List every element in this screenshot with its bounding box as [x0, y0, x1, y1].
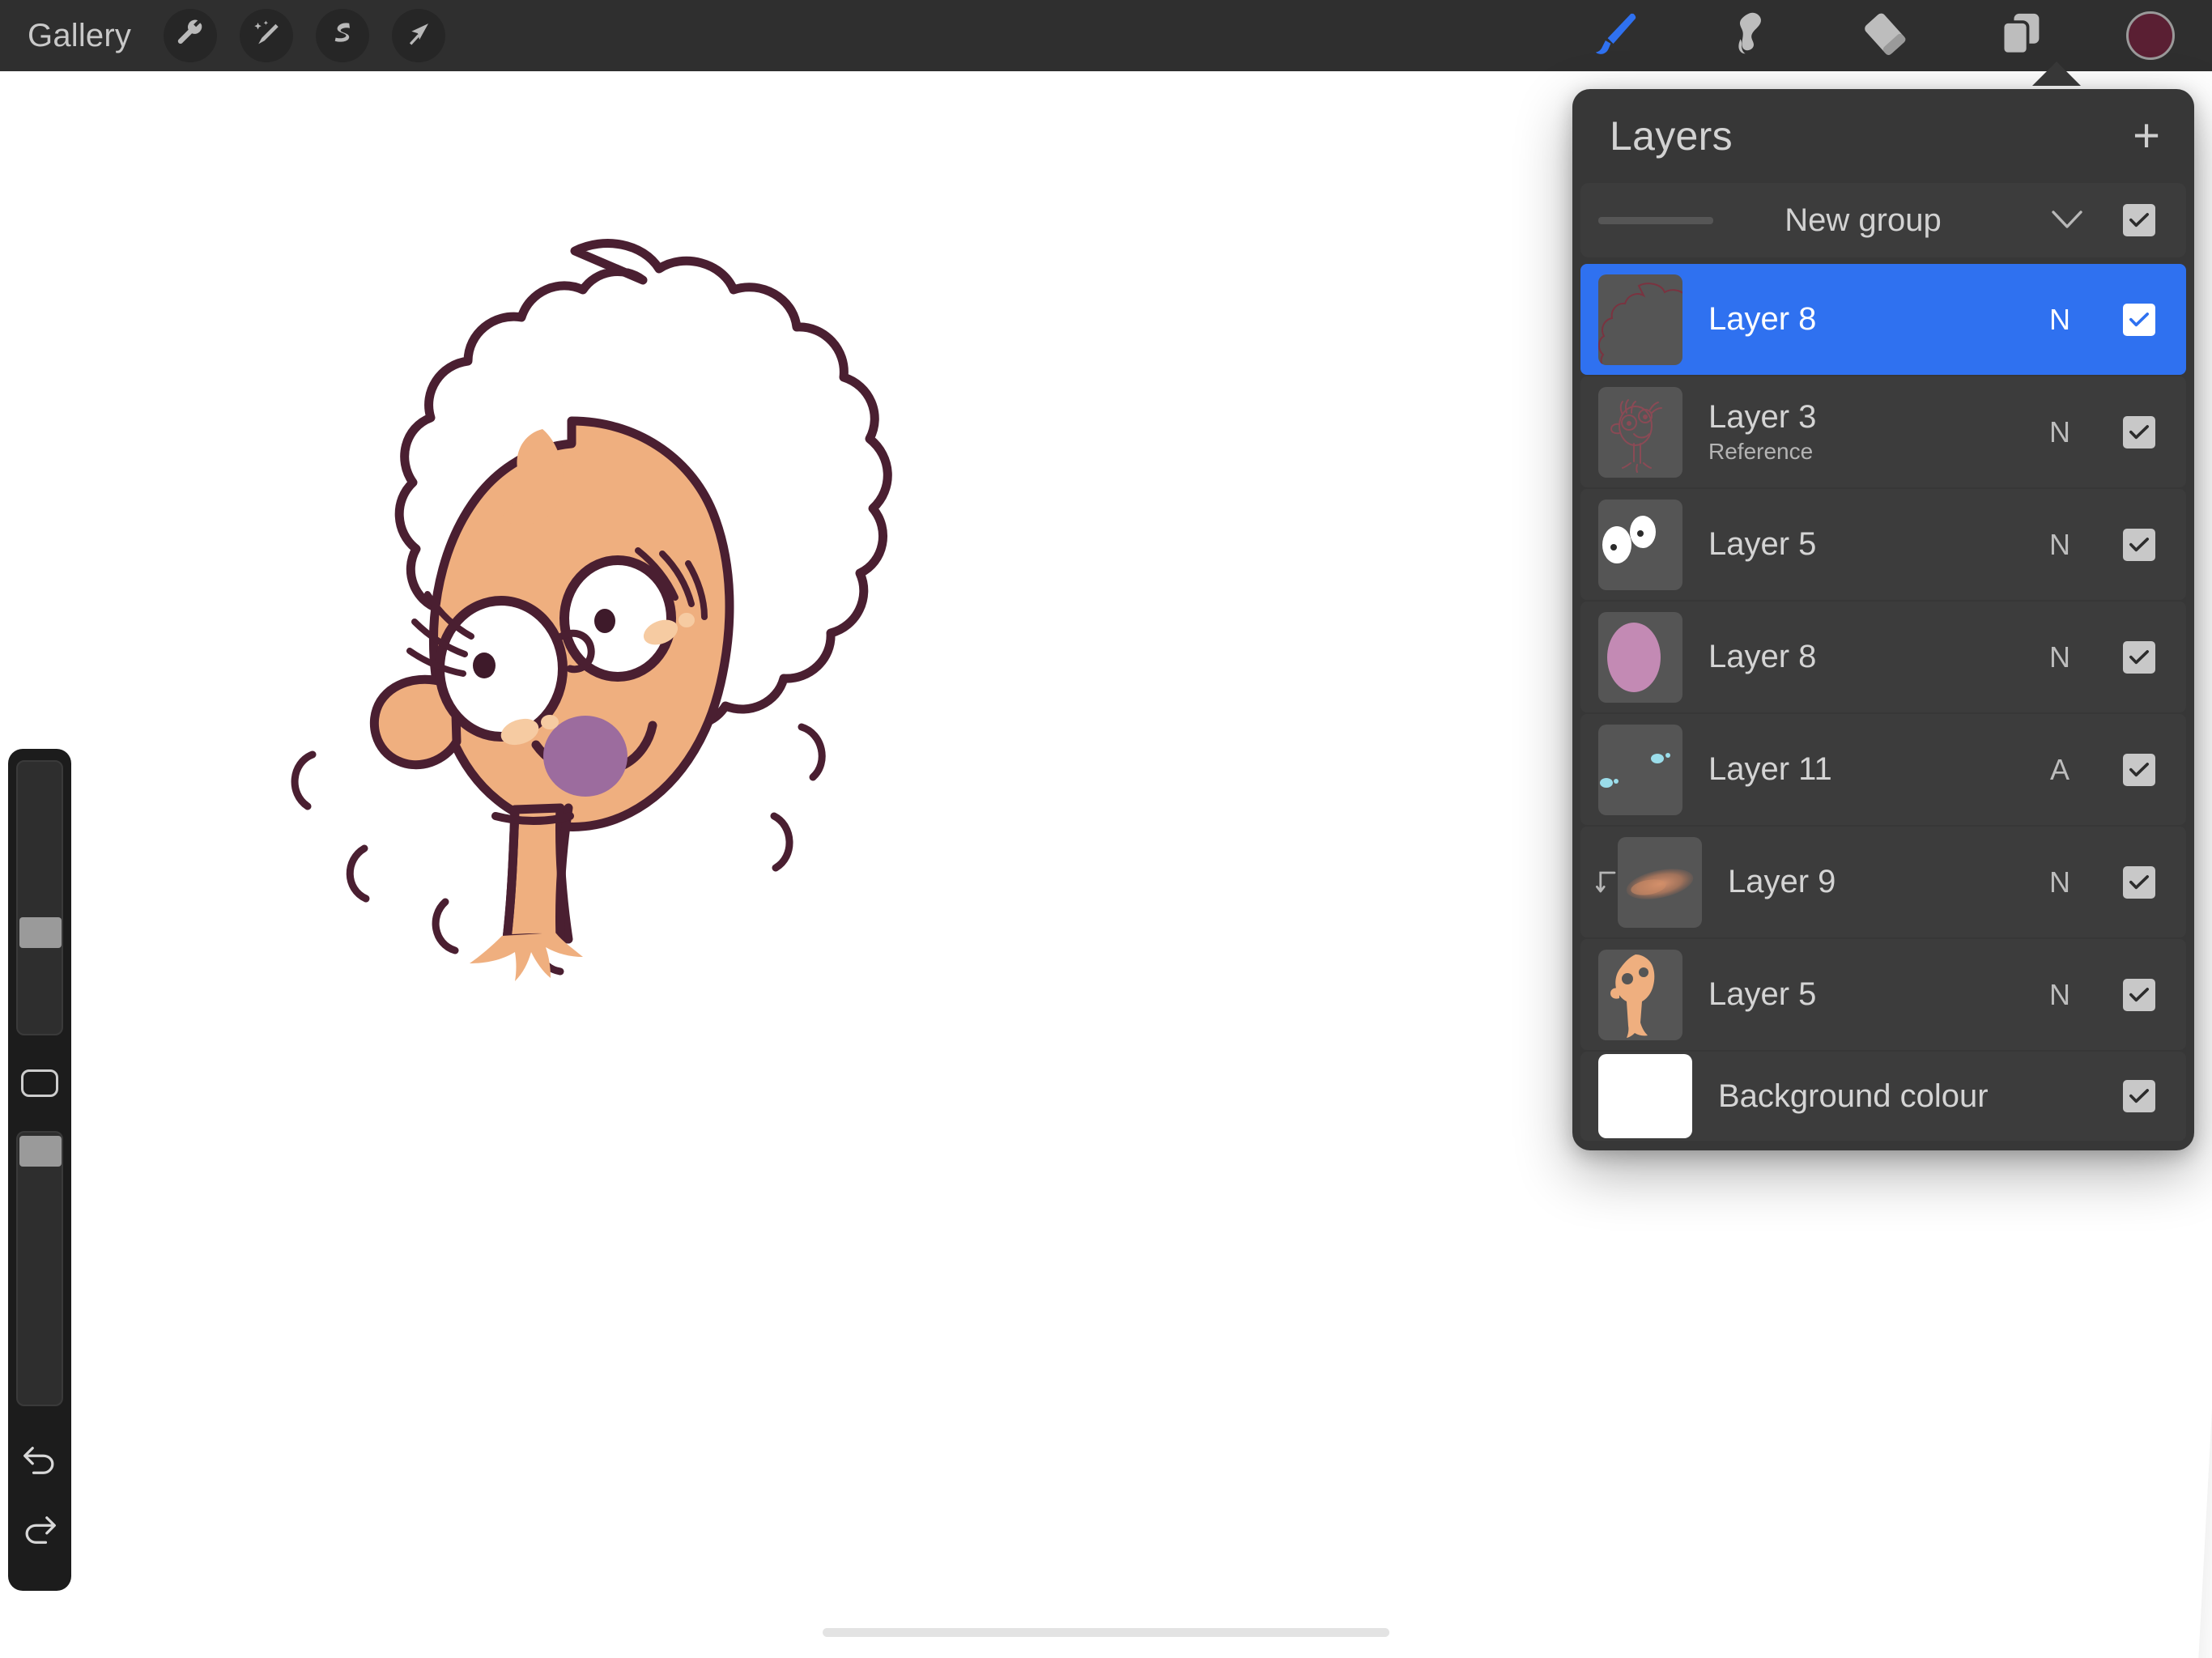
layer-thumbnail[interactable] — [1598, 499, 1682, 590]
redo-button[interactable] — [11, 1497, 68, 1567]
layer-visibility-checkbox[interactable] — [2123, 753, 2155, 786]
layer-name-group: Layer 8 — [1708, 301, 2031, 338]
group-visibility-checkbox[interactable] — [2123, 204, 2155, 236]
layer-visibility-checkbox[interactable] — [2123, 415, 2155, 449]
layers-icon — [1995, 8, 2047, 64]
layer-row[interactable]: Layer 8 N — [1580, 264, 2186, 375]
layer-thumbnail[interactable] — [1598, 386, 1682, 478]
eraser-icon — [1859, 8, 1911, 64]
layer-name-group: Background colour — [1718, 1078, 2089, 1115]
layer-visibility-checkbox[interactable] — [2123, 303, 2155, 336]
paint-brush-icon — [1587, 8, 1639, 64]
layer-visibility-checkbox[interactable] — [2123, 528, 2155, 561]
background-colour-label: Background colour — [1718, 1078, 1989, 1114]
layer-visibility-checkbox[interactable] — [2123, 865, 2155, 899]
left-sidebar — [8, 749, 71, 1591]
smudge-icon — [1723, 8, 1775, 64]
layer-thumbnail[interactable] — [1598, 611, 1682, 703]
layer-visibility-checkbox[interactable] — [2123, 978, 2155, 1011]
opacity-knob[interactable] — [19, 1136, 62, 1167]
background-colour-row[interactable]: Background colour — [1580, 1052, 2186, 1141]
layer-row[interactable]: Layer 5 N — [1580, 939, 2186, 1050]
layer-blend-mode[interactable]: N — [2031, 640, 2089, 674]
eraser-button[interactable] — [1854, 5, 1916, 66]
gallery-button[interactable]: Gallery — [28, 18, 141, 54]
layer-name-group: Layer 5 — [1708, 526, 2031, 563]
transform-arrow-icon — [404, 19, 433, 53]
layer-name: Layer 8 — [1708, 639, 1817, 675]
layer-thumbnail[interactable] — [1618, 836, 1702, 928]
layer-name-group: Layer 11 — [1708, 751, 2031, 788]
add-layer-button[interactable]: + — [2133, 113, 2160, 159]
layer-name-group: Layer 5 — [1708, 976, 2031, 1013]
layer-row[interactable]: Layer 8 N — [1580, 602, 2186, 712]
layer-name: Layer 9 — [1728, 864, 1836, 900]
layers-panel-title: Layers — [1610, 113, 1733, 159]
layers-button[interactable] — [1990, 5, 2052, 66]
selection-icon — [328, 19, 357, 53]
layer-blend-mode[interactable]: A — [2031, 753, 2089, 787]
layer-name: Layer 3 — [1708, 399, 1817, 436]
layer-name-group: Layer 9 — [1728, 864, 2031, 900]
layer-blend-mode[interactable]: N — [2031, 528, 2089, 562]
layer-name: Layer 11 — [1708, 751, 1832, 788]
smudge-button[interactable] — [1718, 5, 1780, 66]
adjustments-button[interactable] — [240, 9, 294, 62]
layer-thumbnail[interactable] — [1598, 724, 1682, 815]
layers-panel-header: Layers + — [1572, 89, 2194, 183]
layer-blend-mode[interactable]: N — [2031, 415, 2089, 449]
layer-name-group: Layer 8 — [1708, 639, 2031, 675]
toolbar-left-group: Gallery — [0, 9, 446, 62]
chevron-down-icon[interactable] — [2045, 210, 2089, 231]
layer-blend-mode[interactable]: N — [2031, 978, 2089, 1012]
selection-button[interactable] — [316, 9, 370, 62]
clipping-mask-icon — [1595, 870, 1616, 895]
brush-size-knob[interactable] — [19, 917, 62, 948]
layer-name: Layer 5 — [1708, 526, 1817, 563]
layer-thumbnail[interactable] — [1598, 949, 1682, 1040]
group-name-label: New group — [1784, 202, 1942, 238]
toolbar-right-group — [1582, 5, 2212, 66]
layer-blend-mode[interactable]: N — [2031, 865, 2089, 899]
layers-popover-arrow — [2032, 62, 2081, 86]
home-indicator — [823, 1628, 1389, 1637]
layer-group-row[interactable]: New group — [1580, 183, 2186, 257]
layer-name-group: Layer 3 Reference — [1708, 399, 2031, 465]
layer-thumbnail[interactable] — [1598, 274, 1682, 365]
actions-button[interactable] — [164, 9, 218, 62]
layer-visibility-checkbox[interactable] — [2123, 640, 2155, 674]
opacity-slider[interactable] — [16, 1131, 63, 1406]
transform-button[interactable] — [392, 9, 446, 62]
layer-name: Layer 8 — [1708, 301, 1817, 338]
layer-row[interactable]: Layer 11 A — [1580, 714, 2186, 825]
modify-button[interactable] — [21, 1069, 58, 1097]
layer-name: Layer 5 — [1708, 976, 1817, 1013]
undo-button[interactable] — [11, 1427, 68, 1497]
redo-arrow-icon — [19, 1513, 60, 1551]
layers-list: New group Layer 8 N Layer 3 Reference N … — [1572, 183, 2194, 1141]
adjustments-wand-icon — [251, 19, 282, 53]
background-visibility-checkbox[interactable] — [2123, 1080, 2155, 1112]
layer-row[interactable]: Layer 9 N — [1580, 827, 2186, 937]
top-toolbar: Gallery — [0, 0, 2212, 71]
brush-size-slider[interactable] — [16, 760, 63, 1035]
actions-wrench-icon — [175, 19, 206, 53]
layer-blend-mode[interactable]: N — [2031, 303, 2089, 337]
undo-arrow-icon — [19, 1443, 60, 1482]
paint-brush-button[interactable] — [1582, 5, 1644, 66]
layer-row[interactable]: Layer 3 Reference N — [1580, 376, 2186, 487]
color-swatch-button[interactable] — [2126, 11, 2175, 60]
background-colour-swatch[interactable] — [1598, 1054, 1692, 1138]
layer-sublabel: Reference — [1708, 438, 1814, 464]
layers-panel: Layers + New group Layer 8 N Layer 3 Ref… — [1572, 89, 2194, 1150]
layer-row[interactable]: Layer 5 N — [1580, 489, 2186, 600]
